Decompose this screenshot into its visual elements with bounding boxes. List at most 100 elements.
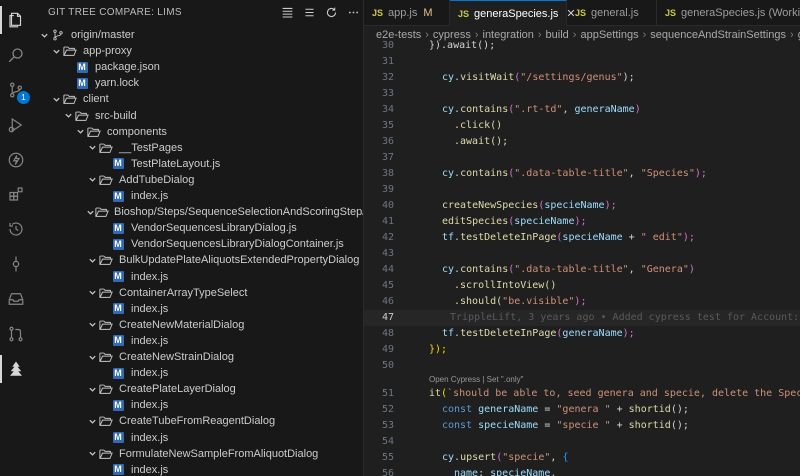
tree-file[interactable]: Mindex.js	[32, 462, 363, 476]
tree-file[interactable]: M VendorSequencesLibraryDialog.js	[32, 220, 363, 236]
tree-file[interactable]: Mpackage.json	[32, 59, 363, 75]
run-debug-icon[interactable]	[6, 115, 26, 135]
code-line: 31	[364, 54, 800, 70]
activity-bar: 1	[0, 0, 32, 476]
folder-open-icon	[86, 124, 102, 140]
js-file-icon: M	[112, 158, 124, 170]
line-number: 52	[381, 404, 394, 415]
line-number: 56	[381, 468, 394, 476]
file-icon: M	[76, 77, 88, 89]
code-lens-text[interactable]: Open Cypress | Set ".only"	[429, 374, 523, 386]
tree-folder[interactable]: BulkUpdatePlateAliquotsExtendedPropertyD…	[32, 252, 363, 268]
js-file-icon: M	[112, 464, 124, 476]
code-line: 56 name: specieName,	[364, 466, 800, 476]
chevron-down-icon[interactable]	[86, 285, 98, 301]
lightning-icon[interactable]	[6, 150, 26, 170]
tree-folder[interactable]: app-proxy	[32, 43, 363, 59]
line-number: 36	[381, 136, 394, 147]
tree-item-label: index.js	[131, 270, 169, 283]
sidebar-header: GIT TREE COMPARE: LIMS	[32, 0, 363, 25]
menu-icon[interactable]	[299, 5, 319, 21]
tree-file[interactable]: Mindex.js	[32, 333, 363, 349]
source-control-icon[interactable]: 1	[6, 80, 30, 104]
chevron-down-icon[interactable]	[86, 413, 98, 429]
code-line: 46 .should("be.visible");	[364, 294, 800, 310]
tree-folder[interactable]: CreatePlateLayerDialog	[32, 381, 363, 397]
tree-folder[interactable]: CreateNewMaterialDialog	[32, 317, 363, 333]
folder-open-icon	[98, 285, 114, 301]
tree-item-label: origin/master	[71, 29, 135, 41]
chevron-down-icon[interactable]	[86, 349, 98, 365]
tree-folder[interactable]: __TestPages	[32, 140, 363, 156]
inbox-icon[interactable]	[6, 289, 26, 309]
tree-icon[interactable]	[0, 355, 26, 383]
line-number: 54	[381, 436, 394, 447]
tree-item-label: CreateNewStrainDialog	[119, 351, 234, 363]
tree-file[interactable]: Mindex.js	[32, 430, 363, 446]
tab-genera-species-working[interactable]: JS generaSpecies.js (Working	[657, 0, 800, 26]
tree-item-label: FormulateNewSampleFromAliquotDialog	[119, 447, 319, 460]
tree-folder[interactable]: client	[32, 91, 363, 107]
line-number: 39	[381, 184, 394, 195]
folder-open-icon	[62, 43, 78, 59]
chevron-down-icon[interactable]	[86, 140, 98, 156]
source-control-badge: 1	[17, 91, 30, 104]
extensions-icon[interactable]	[6, 184, 26, 204]
tree-folder[interactable]: AddTubeDialog	[32, 172, 363, 188]
refresh-icon[interactable]	[321, 5, 341, 21]
tree-file[interactable]: Myarn.lock	[32, 75, 363, 91]
tree-file[interactable]: M VendorSequencesLibraryDialogContainer.j…	[32, 236, 363, 252]
chevron-down-icon[interactable]	[86, 172, 98, 188]
code-lens[interactable]: Open Cypress | Set ".only"	[364, 374, 800, 386]
git-commit-icon[interactable]	[6, 254, 26, 274]
chevron-down-icon[interactable]	[62, 108, 74, 124]
tree-folder[interactable]: origin/master	[32, 27, 363, 43]
chevron-down-icon[interactable]	[86, 252, 98, 268]
code-line: 55 cy.upsert("specie", {	[364, 450, 800, 466]
tree-file[interactable]: Mindex.js	[32, 269, 363, 285]
line-number: 34	[381, 104, 394, 115]
code-line: 51 it(`should be able to, seed genera and…	[364, 386, 800, 402]
search-icon[interactable]	[6, 45, 26, 65]
tree-folder[interactable]: CreateNewStrainDialog	[32, 349, 363, 365]
chevron-down-icon[interactable]	[74, 124, 86, 140]
chevron-down-icon[interactable]	[38, 27, 50, 43]
js-file-icon: M	[112, 238, 124, 250]
tree-file[interactable]: Mindex.js	[32, 188, 363, 204]
line-number: 49	[381, 344, 394, 355]
line-number: 50	[381, 360, 394, 371]
tab-general-js[interactable]: JS general.js	[567, 0, 657, 26]
tree-folder[interactable]: FormulateNewSampleFromAliquotDialog	[32, 446, 363, 462]
list-view-icon[interactable]	[277, 5, 297, 21]
chevron-down-icon[interactable]	[50, 43, 62, 59]
code-line: 40 createNewSpecies(specieName);	[364, 198, 800, 214]
tree-folder[interactable]: src-build	[32, 108, 363, 124]
code-line: 33	[364, 86, 800, 102]
js-file-icon: M	[112, 335, 124, 347]
tree-file[interactable]: Mindex.js	[32, 301, 363, 317]
tree-folder[interactable]: components	[32, 124, 363, 140]
chevron-down-icon[interactable]	[86, 317, 98, 333]
tab-genera-species[interactable]: JS generaSpecies.js ✕	[450, 0, 576, 26]
tree-item-label: CreateNewMaterialDialog	[119, 318, 245, 331]
chevron-down-icon[interactable]	[50, 91, 62, 107]
chevron-down-icon[interactable]	[86, 381, 98, 397]
tree-folder[interactable]: CreateTubeFromReagentDialog	[32, 413, 363, 429]
files-icon[interactable]	[0, 6, 26, 34]
js-file-icon: M	[112, 303, 124, 315]
tree-folder[interactable]: Bioshop/Steps/SequenceSelectionAndScorin…	[32, 204, 363, 220]
git-branch-icon	[50, 27, 66, 43]
tab-app-js[interactable]: JS app.js M	[364, 0, 450, 26]
more-actions-icon[interactable]	[343, 5, 363, 21]
editor: JS app.js M JS generaSpecies.js ✕ JS gen…	[364, 0, 800, 476]
tree-file[interactable]: Mindex.js	[32, 365, 363, 381]
history-icon[interactable]	[6, 219, 26, 239]
chevron-down-icon[interactable]	[86, 446, 98, 462]
tree-file[interactable]: M TestPlateLayout.js	[32, 156, 363, 172]
tree-file[interactable]: Mindex.js	[32, 397, 363, 413]
folder-open-icon	[98, 172, 114, 188]
tree-item-label: index.js	[131, 190, 169, 202]
pull-request-icon[interactable]	[6, 324, 26, 344]
chevron-down-icon[interactable]	[86, 204, 95, 220]
tree-folder[interactable]: ContainerArrayTypeSelect	[32, 285, 363, 301]
